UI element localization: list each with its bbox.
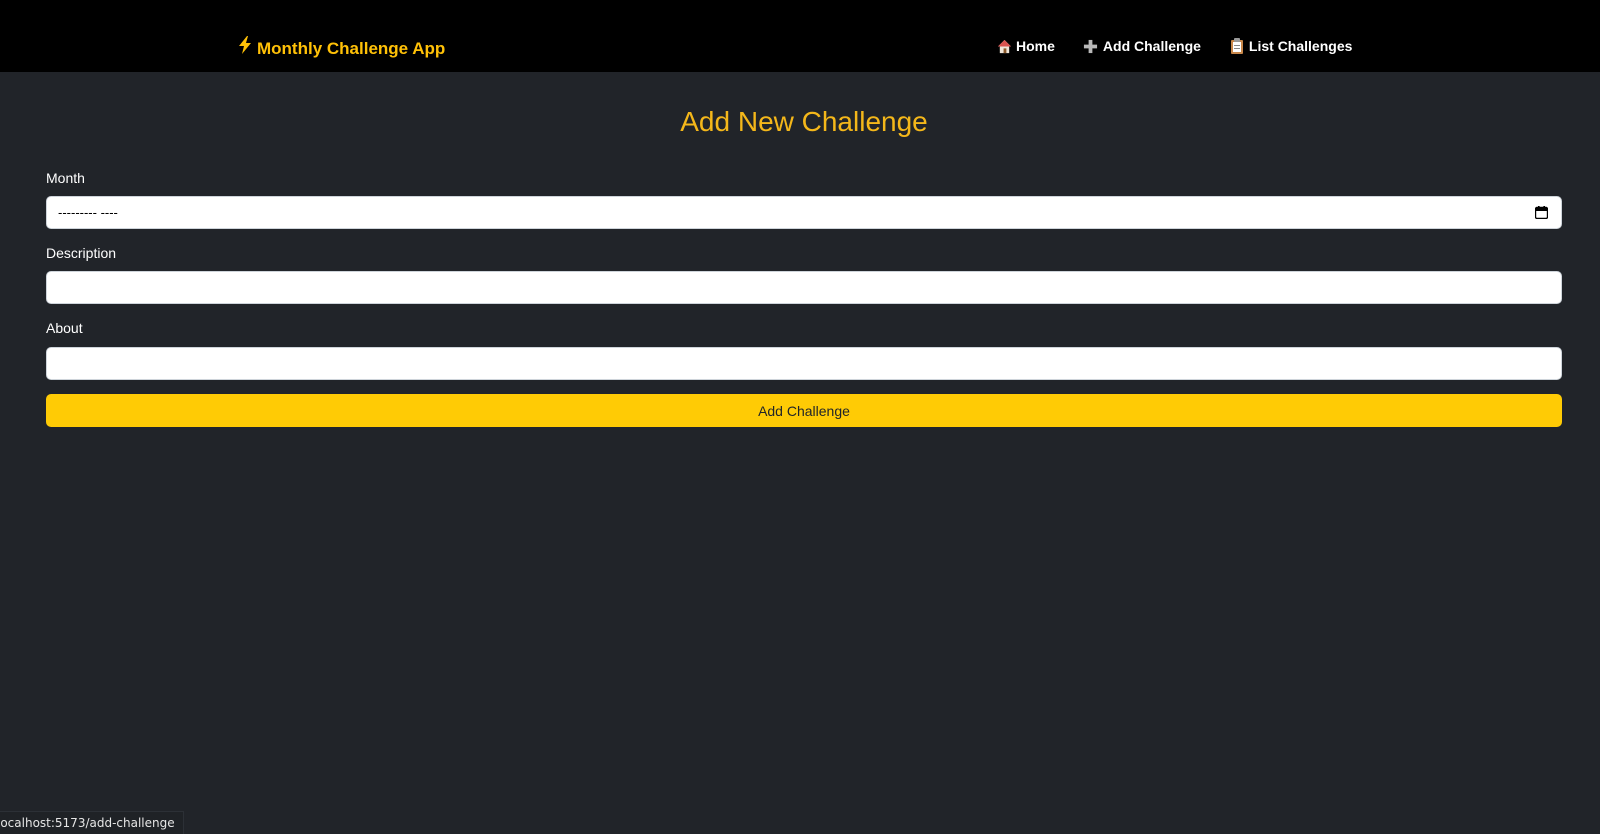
calendar-icon[interactable] (1534, 206, 1548, 220)
nav-list-challenges[interactable]: List Challenges (1229, 38, 1352, 54)
plus-icon (1083, 38, 1099, 54)
bolt-icon (238, 36, 252, 59)
about-input[interactable] (46, 347, 1562, 380)
description-label: Description (46, 245, 117, 261)
month-label: Month (46, 170, 85, 186)
nav-links: Home Add Challenge List Challenges (996, 38, 1352, 54)
brand-title: Monthly Challenge App (257, 39, 446, 58)
add-challenge-button-label: Add Challenge (758, 402, 850, 419)
nav-home-label: Home (1016, 38, 1055, 54)
nav-add-challenge[interactable]: Add Challenge (1083, 38, 1201, 54)
status-bar: localhost:5173/add-challenge (0, 811, 184, 834)
page-title: Add New Challenge (680, 106, 928, 137)
month-input[interactable]: --------- ---- (46, 196, 1562, 229)
month-input-value: --------- ---- (58, 205, 118, 220)
nav-add-challenge-label: Add Challenge (1102, 38, 1201, 54)
house-icon (996, 38, 1012, 54)
nav-list-challenges-label: List Challenges (1248, 38, 1353, 54)
brand-link[interactable]: Monthly Challenge App (238, 36, 445, 59)
about-label: About (46, 320, 83, 336)
nav-home[interactable]: Home (996, 38, 1055, 54)
status-url: localhost:5173/add-challenge (0, 816, 175, 830)
clipboard-icon (1229, 38, 1245, 54)
navbar: Monthly Challenge App Home Add Challenge (0, 0, 1600, 72)
description-input[interactable] (46, 271, 1562, 304)
add-challenge-button[interactable]: Add Challenge (46, 394, 1562, 427)
